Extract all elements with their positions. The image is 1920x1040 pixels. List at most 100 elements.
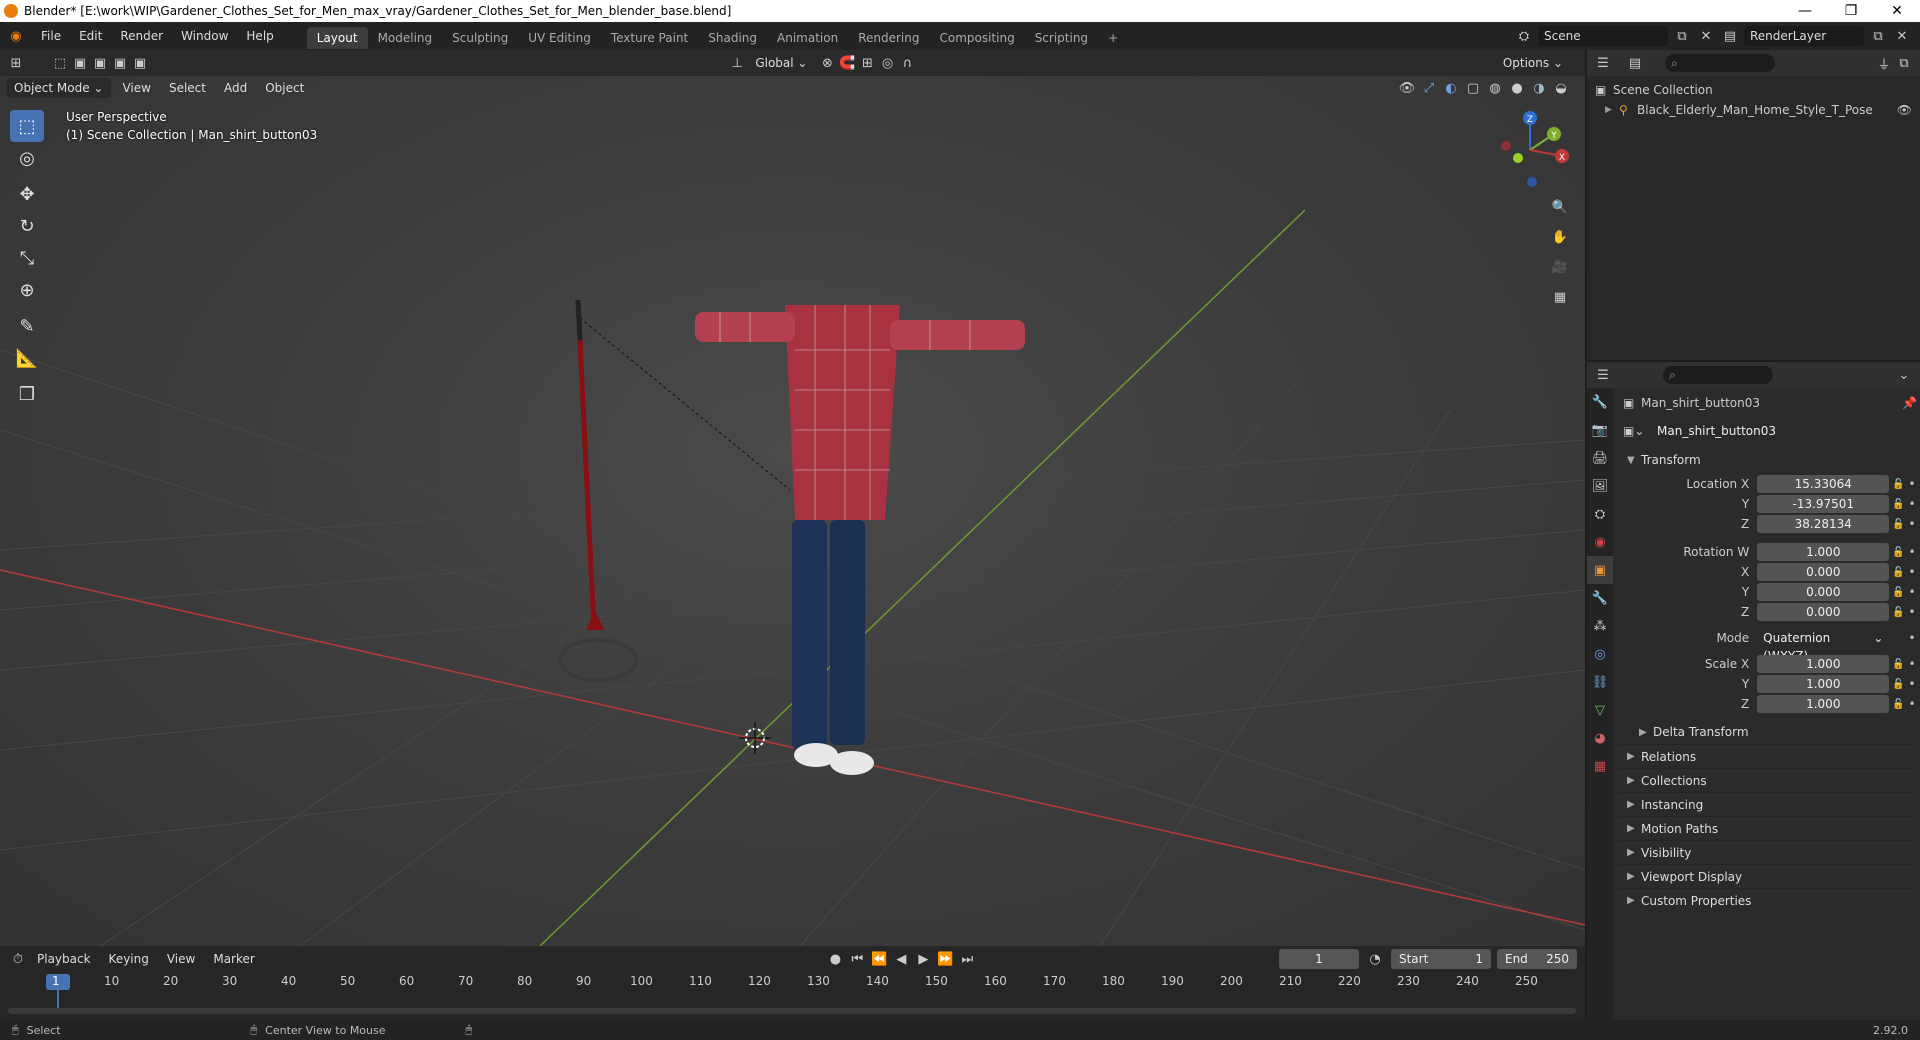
orientation-dropdown[interactable]: Global ⌄ — [747, 53, 816, 73]
select-tool[interactable]: ⬚ — [10, 110, 44, 142]
delete-layer-icon[interactable]: ✕ — [1892, 26, 1912, 46]
lock-icon[interactable]: 🔓 — [1889, 479, 1907, 490]
constraints-tab-icon[interactable]: ⛓ — [1587, 668, 1613, 696]
rotation-z-field[interactable]: 0.000 — [1757, 603, 1890, 621]
prev-keyframe-icon[interactable]: ⏪ — [869, 949, 889, 969]
custom-properties-section[interactable]: ▶ Custom Properties — [1617, 888, 1917, 912]
visibility-icon[interactable]: 👁 — [1397, 78, 1417, 98]
keyframe-dot-icon[interactable]: • — [1907, 585, 1917, 599]
scale-x-field[interactable]: 1.000 — [1757, 655, 1890, 673]
falloff-icon[interactable]: ∩ — [897, 53, 917, 73]
keyframe-dot-icon[interactable]: • — [1907, 545, 1917, 559]
timeline-menu-keying[interactable]: Keying — [100, 952, 158, 966]
timeline-menu-marker[interactable]: Marker — [204, 952, 263, 966]
clock-icon[interactable]: ◔ — [1365, 949, 1385, 969]
physics-tab-icon[interactable]: ◎ — [1587, 640, 1613, 668]
scale-z-field[interactable]: 1.000 — [1757, 695, 1890, 713]
3d-viewport[interactable]: ⊞ ⬚ ▣ ▣ ▣ ▣ ⊥ Global ⌄ ⊗ 🧲 ⊞ ◎ ∩ Options… — [0, 50, 1585, 946]
shading-material-icon[interactable]: ◑ — [1529, 78, 1549, 98]
location-z-field[interactable]: 38.28134 — [1757, 515, 1890, 533]
shading-solid-icon[interactable]: ● — [1507, 78, 1527, 98]
lock-icon[interactable]: 🔓 — [1889, 587, 1907, 598]
render-layer-icon[interactable]: ▤ — [1720, 26, 1740, 46]
keyframe-dot-icon[interactable]: • — [1907, 631, 1917, 645]
motion-paths-section[interactable]: ▶ Motion Paths — [1617, 816, 1917, 840]
instancing-section[interactable]: ▶ Instancing — [1617, 792, 1917, 816]
world-tab-icon[interactable]: ◉ — [1587, 528, 1613, 556]
keyframe-dot-icon[interactable]: • — [1907, 657, 1917, 671]
tab-texture-paint[interactable]: Texture Paint — [601, 27, 698, 49]
modifier-tab-icon[interactable]: 🔧 — [1587, 584, 1613, 612]
tab-sculpting[interactable]: Sculpting — [442, 27, 518, 49]
keyframe-dot-icon[interactable]: • — [1907, 517, 1917, 531]
shading-rendered-icon[interactable]: ◒ — [1551, 78, 1571, 98]
tool-tab-icon[interactable]: 🔧 — [1587, 388, 1613, 416]
keyframe-dot-icon[interactable]: • — [1907, 565, 1917, 579]
snap-icon[interactable]: 🧲 — [837, 53, 857, 73]
outliner-editor-icon[interactable]: ☰ — [1593, 53, 1613, 73]
lock-icon[interactable]: 🔓 — [1889, 499, 1907, 510]
end-frame-field[interactable]: End 250 — [1496, 949, 1577, 969]
select-box-icon[interactable]: ⬚ — [50, 53, 70, 73]
tab-animation[interactable]: Animation — [767, 27, 848, 49]
object-name-field[interactable]: Man_shirt_button03 — [1651, 422, 1901, 440]
collections-section[interactable]: ▶ Collections — [1617, 768, 1917, 792]
lock-icon[interactable]: 🔓 — [1889, 607, 1907, 618]
properties-search-input[interactable]: ⌕ — [1663, 366, 1773, 384]
orientation-icon[interactable]: ⊥ — [727, 53, 747, 73]
properties-options-icon[interactable]: ⌄ — [1894, 365, 1914, 385]
view-layer-tab-icon[interactable]: 🖼 — [1587, 472, 1613, 500]
transform-tool[interactable]: ⊕ — [10, 274, 44, 306]
measure-tool[interactable]: 📐 — [10, 342, 44, 374]
keyframe-dot-icon[interactable]: • — [1907, 677, 1917, 691]
mode-extend-icon[interactable]: ▣ — [90, 53, 110, 73]
play-reverse-icon[interactable]: ◀ — [891, 949, 911, 969]
transform-section-header[interactable]: ▼ Transform — [1617, 448, 1917, 472]
expand-arrow-icon[interactable]: ▶ — [1605, 105, 1619, 115]
location-y-field[interactable]: -13.97501 — [1757, 495, 1890, 513]
mode-subtract-icon[interactable]: ▣ — [110, 53, 130, 73]
tab-layout[interactable]: Layout — [306, 27, 368, 49]
menu-file[interactable]: File — [32, 29, 70, 43]
rotation-w-field[interactable]: 1.000 — [1757, 543, 1890, 561]
tab-uv-editing[interactable]: UV Editing — [518, 27, 601, 49]
cursor-tool[interactable]: ◎ — [10, 142, 44, 174]
visibility-section[interactable]: ▶ Visibility — [1617, 840, 1917, 864]
rake-object[interactable] — [558, 299, 638, 682]
jump-start-icon[interactable]: ⏮ — [847, 949, 867, 969]
add-cube-tool[interactable]: ❒ — [10, 378, 44, 410]
navigation-gizmo[interactable]: Z Y X — [1490, 110, 1570, 190]
render-tab-icon[interactable]: 📷 — [1587, 416, 1613, 444]
new-collection-icon[interactable]: ⧉ — [1894, 53, 1914, 73]
start-frame-field[interactable]: Start 1 — [1390, 949, 1491, 969]
display-mode-icon[interactable]: ▤ — [1625, 53, 1645, 73]
camera-icon[interactable]: 🎥 — [1550, 252, 1570, 282]
render-layer-selector[interactable]: RenderLayer — [1744, 26, 1864, 46]
timeline-scrollbar[interactable] — [8, 1008, 1576, 1014]
pin-icon[interactable]: 📌 — [1902, 396, 1917, 410]
tab-shading[interactable]: Shading — [698, 27, 767, 49]
minimize-button[interactable]: — — [1782, 3, 1828, 19]
close-button[interactable]: ✕ — [1874, 3, 1920, 19]
current-frame-field[interactable]: 1 — [1278, 949, 1359, 969]
particles-tab-icon[interactable]: ⁂ — [1587, 612, 1613, 640]
blender-menu-icon[interactable]: ◉ — [6, 26, 26, 46]
next-keyframe-icon[interactable]: ⏩ — [935, 949, 955, 969]
annotate-tool[interactable]: ✎ — [10, 310, 44, 342]
tab-modeling[interactable]: Modeling — [368, 27, 443, 49]
shading-wireframe-icon[interactable]: ◍ — [1485, 78, 1505, 98]
output-tab-icon[interactable]: 🖨 — [1587, 444, 1613, 472]
add-workspace-button[interactable]: + — [1098, 27, 1128, 49]
outliner-item[interactable]: ▶ ⚲ Black_Elderly_Man_Home_Style_T_Pose … — [1595, 100, 1912, 120]
ortho-grid-icon[interactable]: ▦ — [1550, 282, 1570, 312]
object-data-icon[interactable]: ▣⌄ — [1623, 424, 1651, 438]
keyframe-dot-icon[interactable]: • — [1907, 605, 1917, 619]
data-tab-icon[interactable]: ▽ — [1587, 696, 1613, 724]
viewport-menu-view[interactable]: View — [113, 81, 159, 95]
snap-target-icon[interactable]: ⊞ — [857, 53, 877, 73]
pivot-icon[interactable]: ⊗ — [817, 53, 837, 73]
play-icon[interactable]: ▶ — [913, 949, 933, 969]
timeline-ruler[interactable]: 1 10 20 30 40 50 60 70 80 90 100 110 120… — [0, 972, 1585, 1012]
zoom-icon[interactable]: 🔍 — [1550, 192, 1570, 222]
keyframe-dot-icon[interactable]: • — [1907, 497, 1917, 511]
